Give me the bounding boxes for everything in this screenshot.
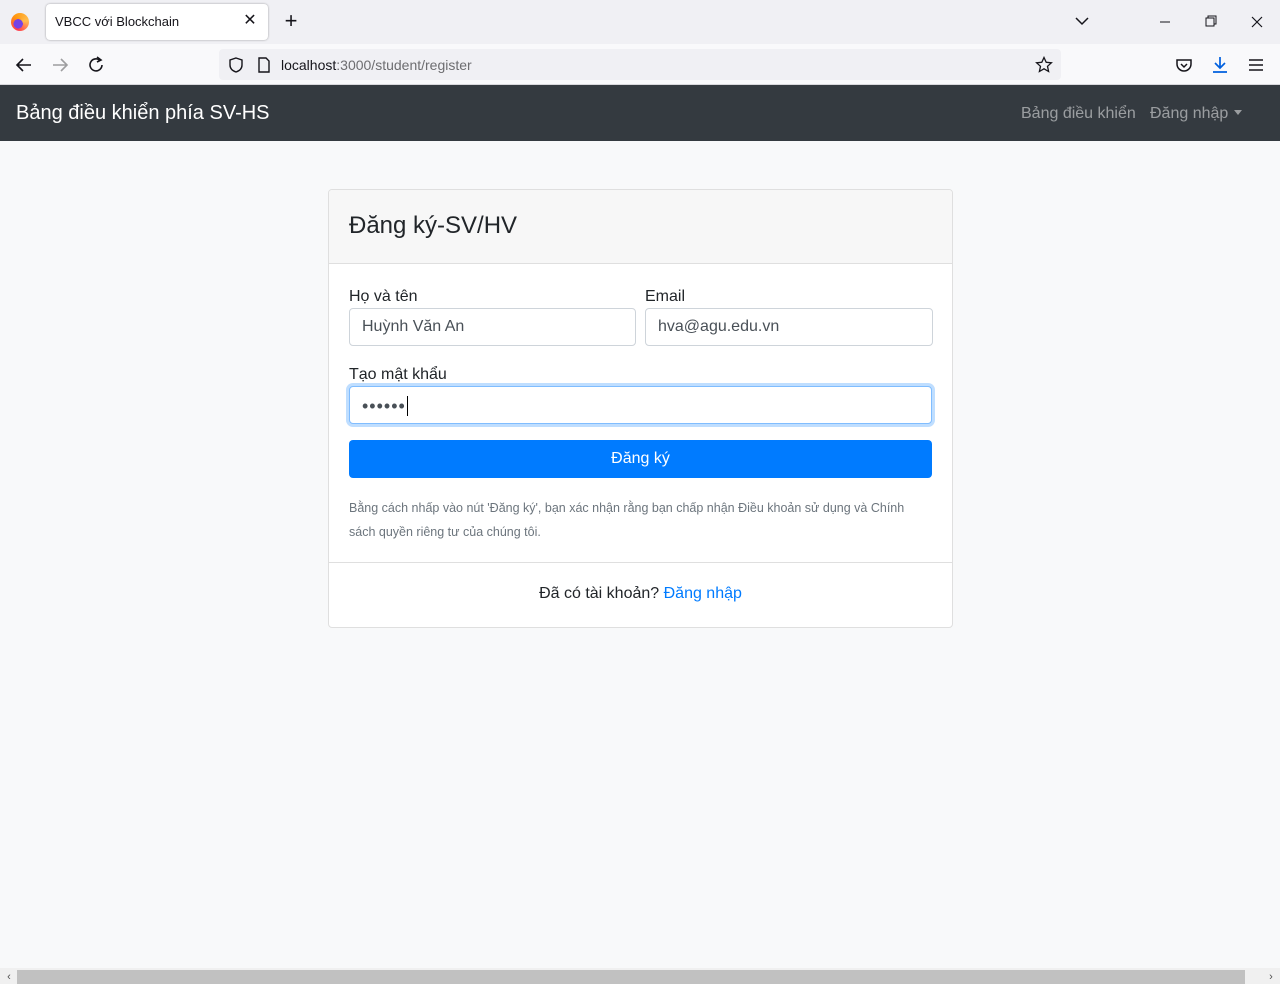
menu-icon[interactable] [1243, 52, 1269, 78]
footer-text: Đã có tài khoản? Đăng nhập [329, 585, 952, 603]
terms-text: Bằng cách nhấp vào nút 'Đăng ký', bạn xá… [349, 501, 905, 539]
close-tab-icon[interactable]: ✕ [240, 11, 260, 31]
chevron-down-icon[interactable] [1072, 10, 1092, 32]
text-cursor [406, 396, 408, 416]
forward-arrow-icon[interactable] [47, 52, 73, 78]
navbar-brand[interactable]: Bảng điều khiển phía SV-HS [16, 102, 270, 125]
bookmark-star-icon[interactable] [1035, 55, 1053, 74]
firefox-icon [11, 13, 29, 31]
caret-down-icon [1234, 110, 1243, 115]
nav-login-dropdown[interactable]: Đăng nhập [1150, 105, 1243, 123]
download-icon[interactable] [1207, 52, 1233, 78]
reload-icon[interactable] [83, 52, 109, 78]
password-label: Tạo mật khẩu [349, 366, 447, 383]
card-header: Đăng ký-SV/HV [329, 190, 952, 264]
tab-title: VBCC với Blockchain [55, 14, 180, 29]
nav-dashboard-link[interactable]: Bảng điều khiển [1021, 105, 1136, 123]
minimize-icon[interactable] [1150, 8, 1180, 36]
horizontal-scrollbar[interactable]: ‹ › [0, 968, 1280, 984]
new-tab-icon[interactable]: + [280, 10, 302, 32]
password-field[interactable]: •••••• [349, 386, 932, 424]
scroll-right-icon[interactable]: › [1264, 970, 1278, 984]
register-button[interactable]: Đăng ký [349, 440, 932, 478]
page-title: Đăng ký-SV/HV [349, 212, 518, 239]
scroll-left-icon[interactable]: ‹ [2, 970, 16, 984]
browser-tab-bar: VBCC với Blockchain ✕ + [0, 0, 1280, 44]
footer-prompt: Đã có tài khoản? [539, 585, 660, 602]
email-field[interactable]: hva@agu.edu.vn [645, 308, 933, 346]
close-window-icon[interactable] [1242, 8, 1272, 36]
card-footer: Đã có tài khoản? Đăng nhập [329, 562, 952, 627]
name-field[interactable]: Huỳnh Văn An [349, 308, 636, 346]
url-text[interactable]: localhost:3000/student/register [281, 57, 472, 73]
browser-tab[interactable]: VBCC với Blockchain ✕ [46, 4, 268, 40]
app-navbar: Bảng điều khiển phía SV-HS Bảng điều khi… [0, 85, 1280, 141]
scrollbar-thumb[interactable] [17, 970, 1245, 984]
page-icon[interactable] [255, 56, 273, 74]
pocket-icon[interactable] [1171, 52, 1197, 78]
password-value: •••••• [362, 396, 406, 416]
register-card: Đăng ký-SV/HV Họ và tên Huỳnh Văn An Ema… [328, 189, 953, 628]
back-arrow-icon[interactable] [11, 52, 37, 78]
email-label: Email [645, 288, 686, 305]
shield-icon[interactable] [227, 56, 245, 74]
login-link[interactable]: Đăng nhập [664, 585, 742, 602]
url-bar[interactable]: localhost:3000/student/register [219, 49, 1061, 80]
name-label: Họ và tên [349, 288, 418, 305]
restore-icon[interactable] [1196, 8, 1226, 36]
